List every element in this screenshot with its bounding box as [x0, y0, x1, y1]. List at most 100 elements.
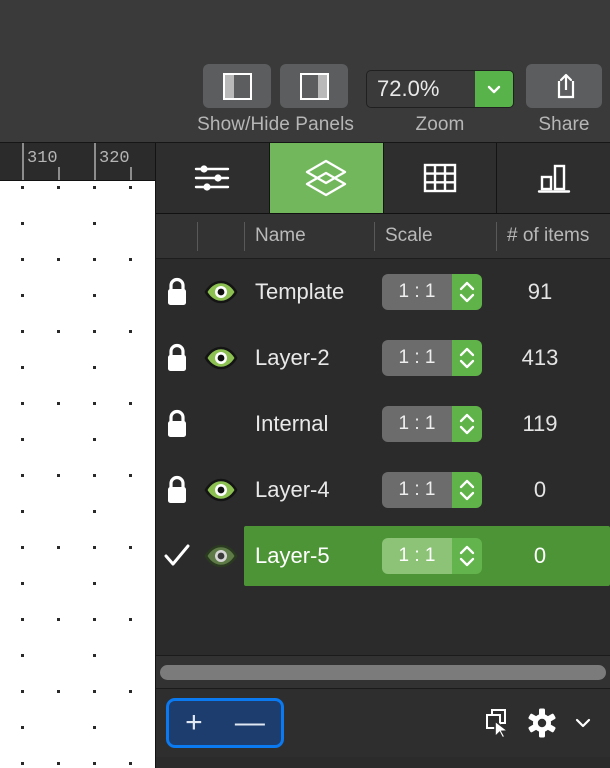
zoom-field[interactable]: 72.0% [366, 70, 514, 108]
column-header-lock[interactable] [156, 214, 197, 259]
layer-scale-stepper[interactable]: 1 : 1 [374, 538, 496, 574]
column-header-visibility[interactable] [197, 214, 244, 259]
column-header-items[interactable]: # of items [496, 214, 610, 259]
tab-chart[interactable] [497, 143, 610, 213]
layer-scale-arrows[interactable] [452, 274, 482, 310]
layer-scale-value[interactable]: 1 : 1 [382, 538, 452, 574]
ruler-label: 320 [99, 149, 130, 168]
settings-menu-chevron-down-icon[interactable] [572, 712, 594, 734]
grid-dot [21, 690, 24, 693]
zoom-group: 72.0% Zoom [366, 70, 514, 136]
layer-lock-toggle[interactable] [156, 276, 197, 308]
layer-scale-stepper[interactable]: 1 : 1 [374, 274, 496, 310]
layers-column-headers: Name Scale # of items [156, 214, 610, 259]
tab-grid[interactable] [383, 143, 498, 213]
ruler-major-tick [94, 143, 96, 180]
layer-row[interactable]: Layer-5 1 : 1 0 [156, 523, 610, 589]
gear-icon[interactable] [526, 707, 558, 739]
grid-dot [57, 618, 60, 621]
stepper-arrows-icon [459, 347, 475, 369]
layer-scale-stepper[interactable]: 1 : 1 [374, 340, 496, 376]
layer-scale-stepper[interactable]: 1 : 1 [374, 472, 496, 508]
layer-scale-arrows[interactable] [452, 538, 482, 574]
horizontal-ruler[interactable]: 310 320 [0, 143, 155, 181]
share-button[interactable] [526, 64, 602, 108]
grid-dot [93, 402, 96, 405]
layers-panel: Name Scale # of items Template 1 : 1 91 … [155, 143, 610, 768]
column-header-name[interactable]: Name [244, 214, 374, 259]
drawing-canvas[interactable]: 310 320 [0, 143, 155, 768]
layer-scale-value[interactable]: 1 : 1 [382, 406, 452, 442]
tab-layers[interactable] [269, 143, 384, 213]
bottom-right-icons [482, 706, 600, 740]
grid-dot [129, 186, 132, 189]
show-hide-left-panel-button[interactable] [203, 64, 272, 108]
layer-lock-toggle[interactable] [156, 342, 197, 374]
layer-visibility-toggle[interactable] [197, 478, 244, 502]
grid-dot [21, 366, 24, 369]
layer-item-count: 0 [533, 477, 547, 502]
layer-scale-value[interactable]: 1 : 1 [382, 340, 452, 376]
eye-visible-icon [204, 478, 237, 502]
stepper-arrows-icon [459, 281, 475, 303]
layer-visibility-toggle[interactable] [197, 280, 244, 304]
stepper-arrows-icon [459, 545, 475, 567]
panel-tabs [156, 143, 610, 214]
layer-lock-toggle[interactable] [156, 541, 197, 571]
grid-dot [21, 222, 24, 225]
layer-lock-toggle[interactable] [156, 474, 197, 506]
grid-dot [129, 546, 132, 549]
layer-name[interactable]: Template [244, 279, 374, 305]
lock-icon [167, 277, 186, 305]
layer-scale-arrows[interactable] [452, 340, 482, 376]
layer-row[interactable]: Layer-4 1 : 1 0 [156, 457, 610, 523]
layer-lock-toggle[interactable] [156, 408, 197, 440]
canvas-dot-grid[interactable] [0, 181, 155, 768]
layers-list[interactable]: Template 1 : 1 91 Layer-2 1: 1 413 Inte… [156, 259, 610, 655]
grid-dot [93, 438, 96, 441]
add-layer-button[interactable]: + [185, 708, 203, 738]
layer-row[interactable]: Template 1 : 1 91 [156, 259, 610, 325]
grid-dot [57, 258, 60, 261]
grid-dot [21, 726, 24, 729]
layer-scale-stepper[interactable]: 1 : 1 [374, 406, 496, 442]
grid-dot [57, 474, 60, 477]
layer-row[interactable]: Layer-2 1 : 1 413 [156, 325, 610, 391]
grid-dot [93, 510, 96, 513]
grid-dot [93, 726, 96, 729]
column-header-scale[interactable]: Scale [374, 214, 496, 259]
layer-name[interactable]: Layer-5 [244, 543, 374, 569]
zoom-value[interactable]: 72.0% [367, 71, 475, 107]
layer-scale-value[interactable]: 1 : 1 [382, 274, 452, 310]
scrollbar-thumb[interactable] [160, 664, 606, 680]
add-remove-layer-group[interactable]: + — [166, 698, 284, 748]
grid-dot [93, 618, 96, 621]
share-upload-icon [557, 73, 575, 99]
grid-dot [93, 222, 96, 225]
layer-scale-arrows[interactable] [452, 406, 482, 442]
horizontal-scrollbar[interactable] [156, 655, 610, 689]
layer-name[interactable]: Layer-4 [244, 477, 374, 503]
lock-icon [167, 343, 186, 371]
remove-layer-button[interactable]: — [235, 708, 265, 738]
grid-dot [21, 258, 24, 261]
layer-visibility-toggle[interactable] [197, 544, 244, 568]
layer-visibility-toggle[interactable] [197, 346, 244, 370]
show-hide-panels-label: Show/Hide Panels [197, 114, 354, 135]
zoom-dropdown-button[interactable] [475, 71, 513, 107]
grid-dot [93, 762, 96, 765]
tab-properties[interactable] [156, 143, 270, 213]
panel-buttons-row [203, 64, 349, 108]
layer-name[interactable]: Internal [244, 411, 374, 437]
show-hide-right-panel-button[interactable] [280, 64, 349, 108]
zoom-label: Zoom [415, 114, 465, 135]
layer-name[interactable]: Layer-2 [244, 345, 374, 371]
panel-right-icon [299, 72, 329, 100]
layer-scale-value[interactable]: 1 : 1 [382, 472, 452, 508]
layer-row[interactable]: Internal 1 : 1 119 [156, 391, 610, 457]
toolbar-groups: Show/Hide Panels 72.0% Zoom Share [0, 64, 610, 136]
panel-left-icon [222, 72, 252, 100]
layer-scale-arrows[interactable] [452, 472, 482, 508]
duplicate-select-icon[interactable] [482, 706, 512, 740]
ruler-minor-tick [58, 167, 60, 180]
